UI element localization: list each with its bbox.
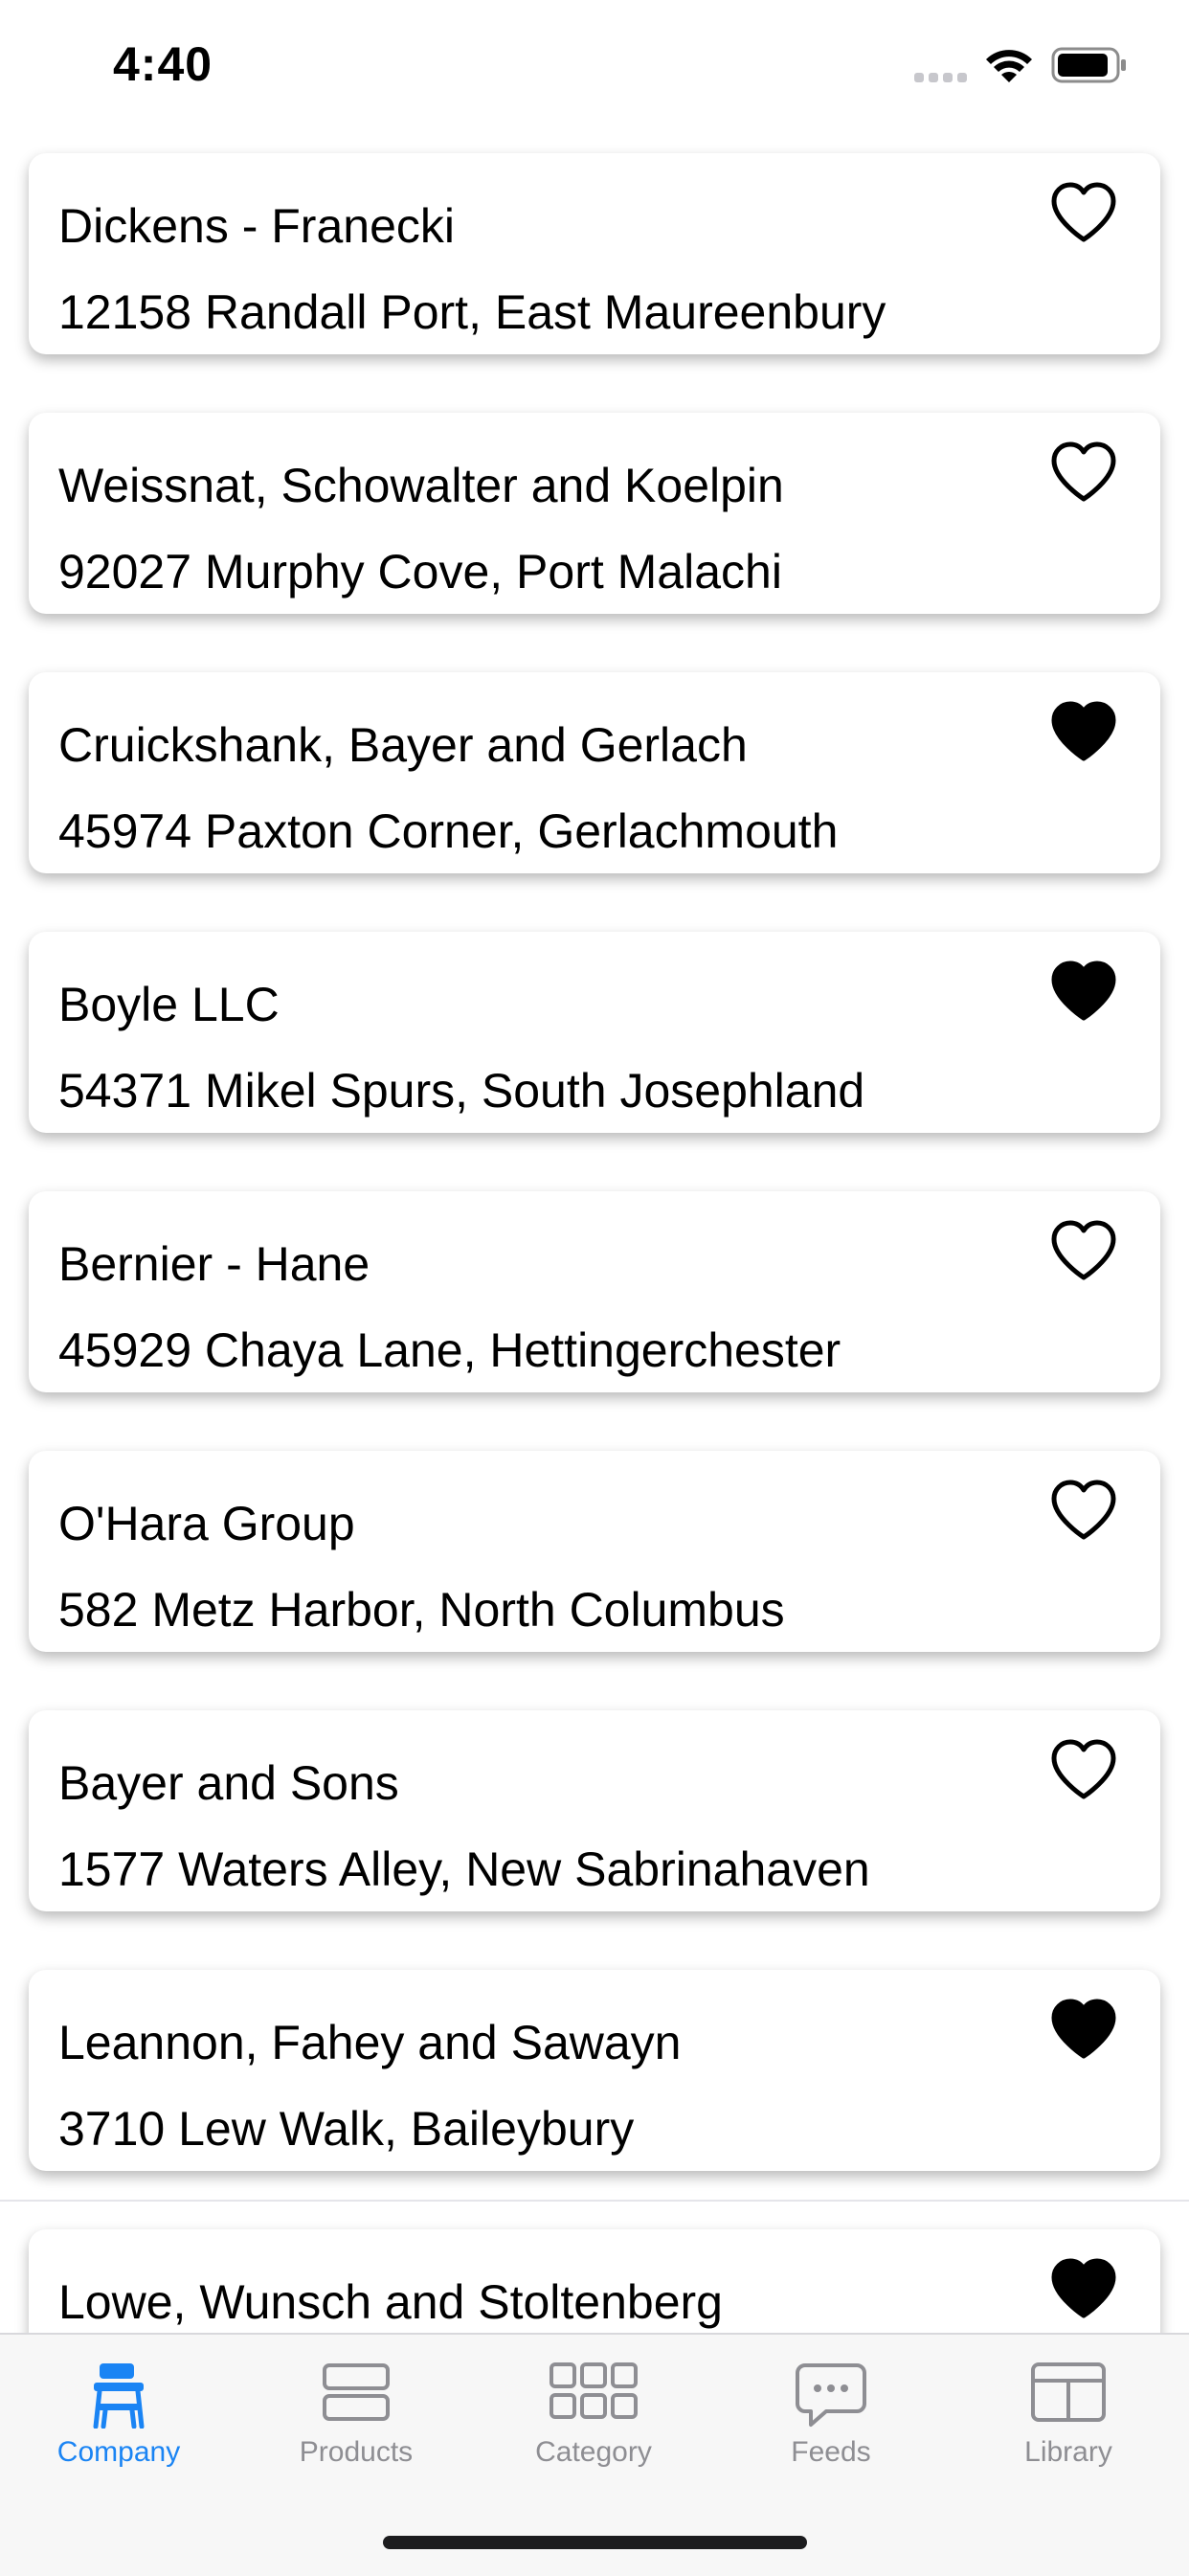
tab-library[interactable]: Library — [950, 2335, 1187, 2488]
heart-outline-icon[interactable] — [1050, 182, 1117, 243]
status-bar: 4:40 — [0, 0, 1189, 134]
heart-outline-icon[interactable] — [1050, 1739, 1117, 1800]
company-address: 54371 Mikel Spurs, South Josephland — [58, 1064, 865, 1118]
company-address: 92027 Murphy Cove, Port Malachi — [58, 545, 782, 599]
wifi-icon — [986, 50, 1032, 82]
company-address: 1577 Waters Alley, New Sabrinahaven — [58, 1842, 870, 1896]
company-card[interactable]: Weissnat, Schowalter and Koelpin 92027 Mu… — [29, 413, 1160, 614]
list-separator — [0, 2200, 1189, 2202]
company-address: 45929 Chaya Lane, Hettingerchester — [58, 1323, 841, 1377]
chat-bubble-icon — [796, 2363, 866, 2427]
heart-outline-icon[interactable] — [1050, 441, 1117, 503]
tab-label-feeds: Feeds — [791, 2436, 871, 2468]
company-card[interactable]: Boyle LLC 54371 Mikel Spurs, South Joseph… — [29, 932, 1160, 1133]
company-name: Boyle LLC — [58, 978, 280, 1031]
tab-label-company: Company — [56, 2436, 181, 2468]
company-address: 45974 Paxton Corner, Gerlachmouth — [58, 804, 839, 858]
heart-filled-icon[interactable] — [1050, 960, 1117, 1022]
cellular-signal-icon — [914, 73, 967, 82]
company-card[interactable]: O'Hara Group 582 Metz Harbor, North Colum… — [29, 1451, 1160, 1652]
desk-chair-icon — [93, 2363, 145, 2429]
home-indicator[interactable] — [383, 2536, 807, 2549]
company-card[interactable]: Bayer and Sons 1577 Waters Alley, New Sab… — [29, 1710, 1160, 1911]
heart-filled-icon[interactable] — [1050, 701, 1117, 762]
heart-outline-icon[interactable] — [1050, 1480, 1117, 1541]
company-card[interactable]: Cruickshank, Bayer and Gerlach 45974 Paxt… — [29, 672, 1160, 873]
company-name: Leannon, Fahey and Sawayn — [58, 2016, 682, 2069]
status-time: 4:40 — [113, 37, 213, 91]
rows-icon — [323, 2363, 390, 2421]
company-name: Bayer and Sons — [58, 1756, 399, 1810]
company-card[interactable]: Bernier - Hane 45929 Chaya Lane, Hettinge… — [29, 1191, 1160, 1392]
company-address: 3710 Lew Walk, Baileybury — [58, 2102, 635, 2156]
company-address: 12158 Randall Port, East Maureenbury — [58, 285, 886, 339]
company-name: Weissnat, Schowalter and Koelpin — [58, 459, 784, 512]
tab-products[interactable]: Products — [237, 2335, 475, 2488]
company-name: Dickens - Franecki — [58, 199, 455, 253]
heart-outline-icon[interactable] — [1050, 1220, 1117, 1281]
heart-filled-icon[interactable] — [1050, 2258, 1117, 2319]
company-card[interactable]: Leannon, Fahey and Sawayn 3710 Lew Walk, … — [29, 1970, 1160, 2171]
tab-label-category: Category — [535, 2436, 652, 2468]
company-name: Bernier - Hane — [58, 1237, 370, 1291]
company-name: Cruickshank, Bayer and Gerlach — [58, 718, 748, 772]
tab-label-products: Products — [299, 2436, 414, 2468]
company-name: O'Hara Group — [58, 1497, 355, 1550]
battery-icon — [1051, 47, 1126, 83]
library-icon — [1031, 2362, 1106, 2422]
tab-category[interactable]: Category — [475, 2335, 712, 2488]
tab-feeds[interactable]: Feeds — [712, 2335, 950, 2488]
heart-filled-icon[interactable] — [1050, 1999, 1117, 2060]
company-name: Lowe, Wunsch and Stoltenberg — [58, 2275, 723, 2329]
tab-label-library: Library — [1024, 2436, 1112, 2468]
grid-icon — [550, 2362, 638, 2419]
tab-company[interactable]: Company — [0, 2335, 237, 2488]
company-address: 582 Metz Harbor, North Columbus — [58, 1583, 785, 1637]
company-card[interactable]: Dickens - Franecki 12158 Randall Port, Ea… — [29, 153, 1160, 354]
